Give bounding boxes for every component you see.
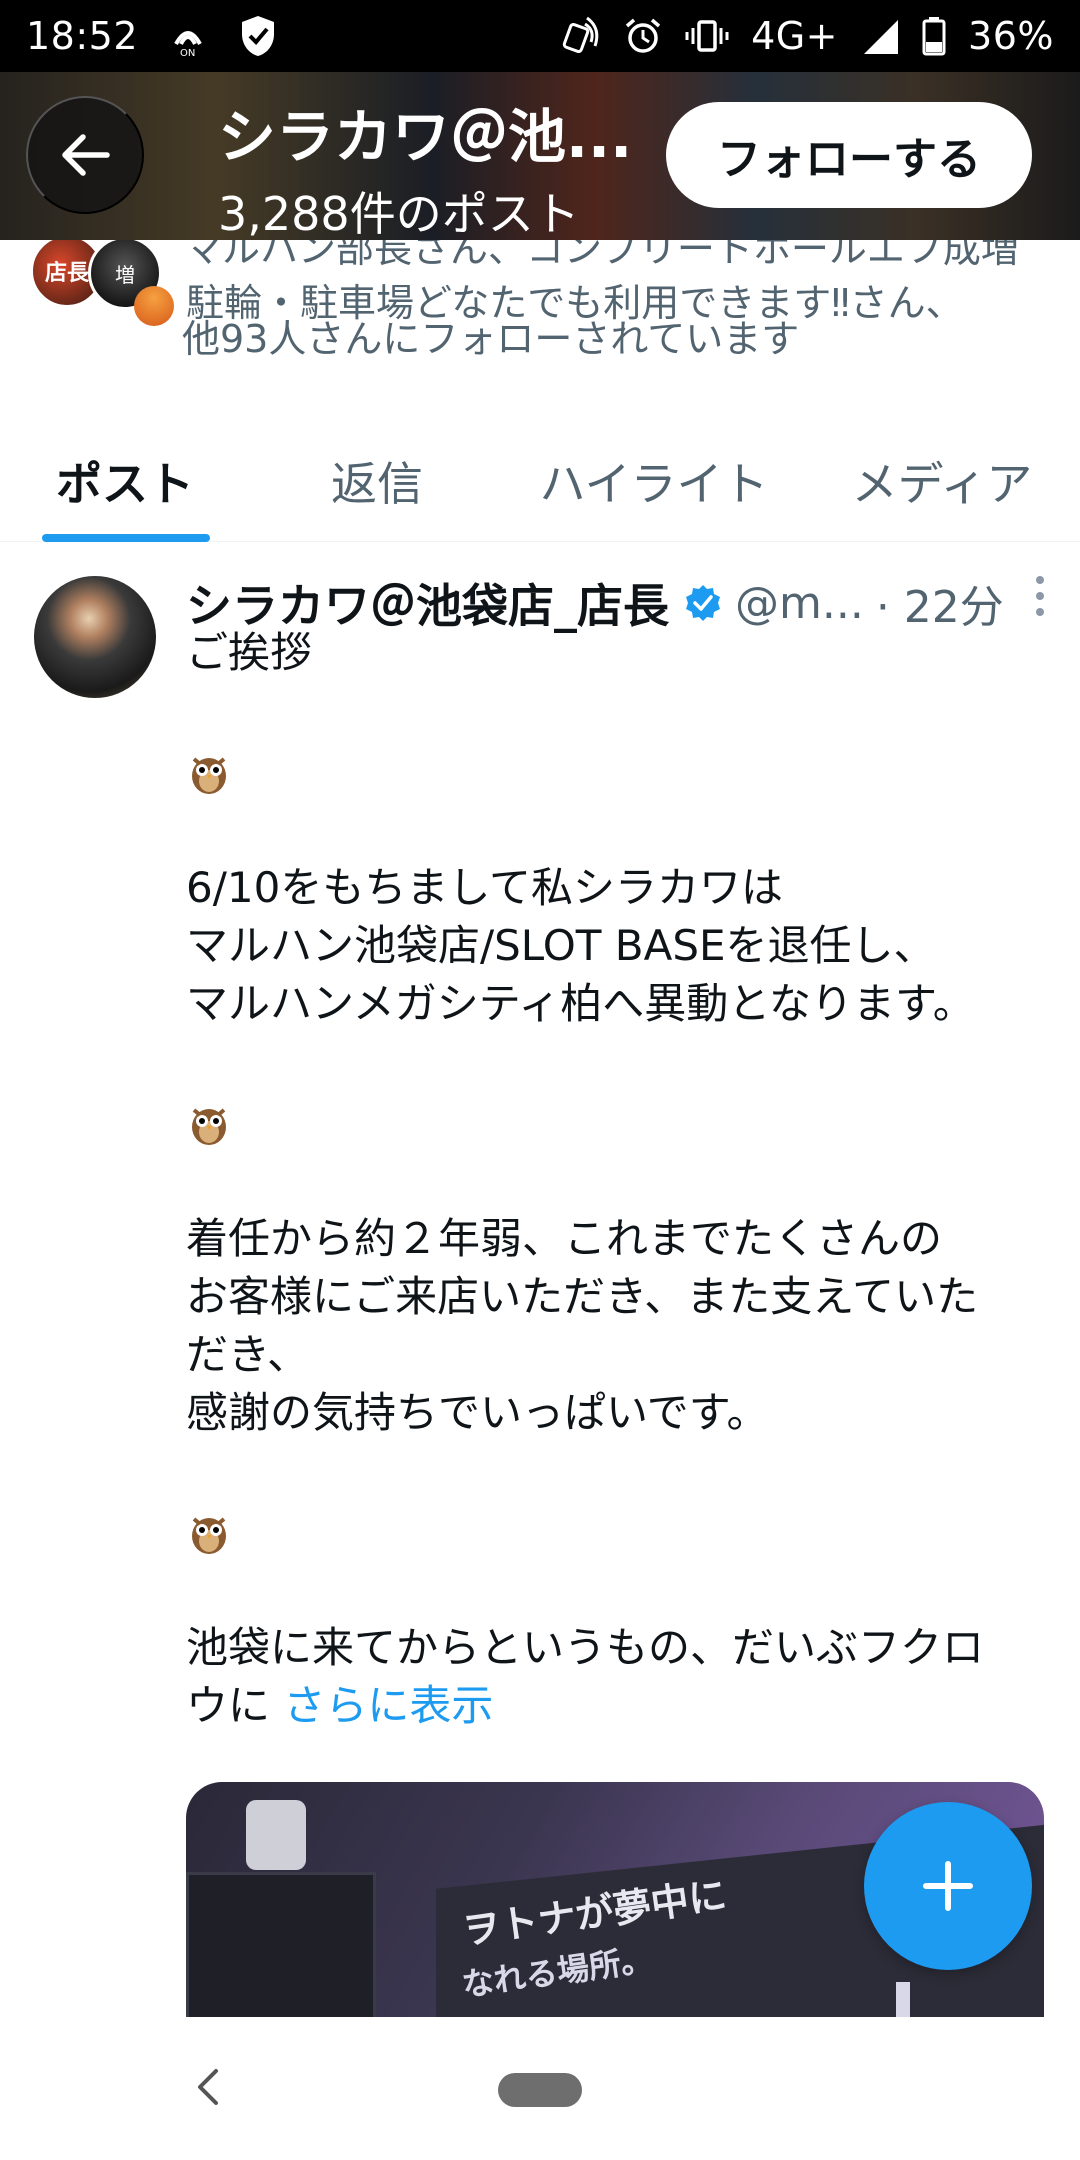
battery-icon [922, 16, 946, 56]
tab-highlights[interactable]: ハイライト [504, 420, 804, 542]
network-type: 4G+ [751, 14, 839, 58]
umbrella-emoji-icon [134, 285, 174, 326]
shield-icon [238, 14, 278, 58]
tweet-text: ご挨拶 6/10をもちまして私シラカワは マルハン池袋店/SLOT BASEを退… [186, 624, 1046, 1735]
back-button[interactable] [26, 96, 144, 214]
svg-text:ON: ON [180, 48, 195, 58]
tweet-line: だき、 [186, 1330, 310, 1379]
tweet-author-handle[interactable]: @m... [735, 578, 864, 629]
verified-badge-icon [683, 583, 723, 623]
tab-posts[interactable]: ポスト [0, 420, 250, 542]
follow-button[interactable]: フォローする [666, 102, 1032, 208]
followed-by-line: 他93人さんにフォローされています [182, 317, 800, 361]
nfc-icon [561, 16, 601, 56]
signal-icon [860, 16, 900, 56]
mount-shape [246, 1800, 306, 1870]
tweet-line: 池袋に来てからというもの、だいぶフクロ [186, 1623, 985, 1672]
alarm-icon [623, 16, 663, 56]
followed-by-line: マルハン部長さん、コンプリートホールエフ成増 [184, 240, 1019, 271]
active-tab-indicator [42, 534, 210, 542]
profile-header: シラカワ＠池... 3,288件のポスト フォローする [0, 72, 1080, 240]
followed-by-text: マルハン部長さん、コンプリートホールエフ成増 駐輪・駐車場どなたでも利用できます… [134, 240, 1044, 361]
tweet-line: 6/10をもちまして私シラカワは [186, 863, 784, 912]
tweet[interactable]: シラカワ＠池袋店_店長 @m... · 22分 ご挨拶 6/10をもちまして私シ… [0, 542, 1080, 2017]
arrow-left-icon [62, 134, 110, 176]
status-bar: 18:52 ON 4G+ 36% [0, 0, 1080, 72]
sign-mark-shape [896, 1982, 910, 2017]
profile-tabs: ポスト 返信 ハイライト メディア [0, 420, 1080, 542]
tweet-line: マルハン池袋店/SLOT BASEを退任し、 [186, 921, 936, 970]
tab-replies[interactable]: 返信 [250, 420, 504, 542]
tweet-line: マルハンメガシティ柏へ異動となります。 [186, 979, 975, 1028]
followed-by-section[interactable]: 店長 増 マルハン部長さん、コンプリートホールエフ成増 駐輪・駐車場どなたでも利… [0, 240, 1080, 390]
owl-emoji-icon [186, 750, 232, 796]
owl-emoji-icon [186, 1510, 232, 1556]
tweet-line: 着任から約２年弱、これまでたくさんの [186, 1214, 943, 1263]
system-nav-bar [0, 2017, 1080, 2160]
tweet-line: ウに [186, 1681, 271, 1730]
show-more-link[interactable]: さらに表示 [283, 1681, 493, 1730]
avatar[interactable] [34, 576, 156, 698]
speaker-shape [186, 1872, 376, 2017]
tab-media[interactable]: メディア [804, 420, 1080, 542]
tab-label: 返信 [331, 457, 423, 511]
nav-back-icon[interactable] [190, 2067, 224, 2111]
battery-level: 36% [968, 14, 1054, 58]
more-options-icon[interactable] [1036, 576, 1044, 616]
post-count: 3,288件のポスト [218, 187, 580, 240]
status-time: 18:52 [26, 14, 139, 58]
tab-label: ポスト [56, 457, 194, 511]
home-pill[interactable] [498, 2073, 582, 2107]
tweet-line: 感謝の気持ちでいっぱいです。 [186, 1388, 769, 1437]
tweet-line: ご挨拶 [186, 628, 313, 677]
profile-name: シラカワ＠池... [218, 103, 633, 171]
plus-icon [923, 1861, 973, 1911]
tab-label: メディア [851, 457, 1033, 511]
tweet-line: お客様にご来店いただき、また支えていた [186, 1272, 979, 1321]
vibrate-icon [685, 16, 729, 56]
tab-label: ハイライト [539, 457, 769, 511]
compose-button[interactable] [864, 1802, 1032, 1970]
owl-emoji-icon [186, 1101, 232, 1147]
wifi-calling-icon: ON [166, 14, 210, 58]
